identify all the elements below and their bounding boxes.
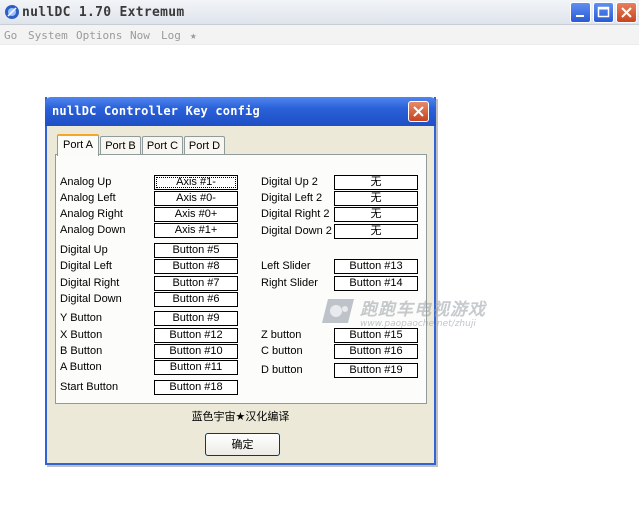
close-icon [621,7,632,18]
menu-star[interactable]: ★ [190,29,197,42]
menu-options[interactable]: Options [76,29,122,42]
gamepad-logo-icon [322,299,354,323]
label-digital-down-2: Digital Down 2 [261,225,332,237]
label-digital-down: Digital Down [60,293,122,305]
key-button-y[interactable]: Button #9 [154,311,238,326]
label-digital-up: Digital Up [60,244,108,256]
key-button-digital-left-2[interactable]: 无 [334,191,418,206]
watermark-text: 跑跑车电视游戏 [360,300,486,320]
maximize-icon [597,6,610,18]
label-right-slider: Right Slider [261,277,318,289]
label-analog-left: Analog Left [60,192,116,204]
key-button-b[interactable]: Button #10 [154,344,238,359]
key-button-analog-up[interactable]: Axis #1- [154,175,238,190]
label-start-button: Start Button [60,381,119,393]
maximize-button[interactable] [593,2,614,23]
label-d-button: D button [261,364,303,376]
label-digital-right: Digital Right [60,277,120,289]
label-a-button: A Button [60,361,102,373]
key-button-d[interactable]: Button #19 [334,363,418,378]
tab-port-b[interactable]: Port B [100,136,141,156]
key-button-c[interactable]: Button #16 [334,344,418,359]
label-analog-right: Analog Right [60,208,123,220]
label-digital-left: Digital Left [60,260,112,272]
label-c-button: C button [261,345,303,357]
menu-log[interactable]: Log [161,29,181,42]
label-analog-down: Analog Down [60,224,126,236]
close-icon [413,106,424,117]
label-x-button: X Button [60,329,103,341]
tab-port-a[interactable]: Port A [57,134,99,156]
menu-bar: Go System Options Now Log ★ [0,25,639,45]
minimize-button[interactable] [570,2,591,23]
menu-now[interactable]: Now [130,29,150,42]
dialog-titlebar: nullDC Controller Key config [45,97,436,126]
tab-port-d[interactable]: Port D [184,136,225,156]
label-z-button: Z button [261,329,302,341]
key-button-digital-left[interactable]: Button #8 [154,259,238,274]
key-button-start[interactable]: Button #18 [154,380,238,395]
key-button-digital-down-2[interactable]: 无 [334,224,418,239]
app-title: nullDC 1.70 Extremum [22,5,185,20]
menu-system[interactable]: System [28,29,68,42]
label-digital-left-2: Digital Left 2 [261,192,323,204]
key-button-analog-down[interactable]: Axis #1+ [154,223,238,238]
key-button-analog-left[interactable]: Axis #0- [154,191,238,206]
nulldc-app-icon [5,5,19,19]
key-button-digital-right[interactable]: Button #7 [154,276,238,291]
label-digital-right-2: Digital Right 2 [261,208,330,220]
key-button-analog-right[interactable]: Axis #0+ [154,207,238,222]
label-left-slider: Left Slider [261,260,311,272]
dialog-title: nullDC Controller Key config [52,104,260,118]
label-digital-up-2: Digital Up 2 [261,176,318,188]
main-titlebar: nullDC 1.70 Extremum [0,0,639,25]
key-button-digital-down[interactable]: Button #6 [154,292,238,307]
key-button-digital-right-2[interactable]: 无 [334,207,418,222]
credits-text: 蓝色宇宙★汉化编译 [191,410,290,423]
label-analog-up: Analog Up [60,176,112,188]
tab-port-c[interactable]: Port C [142,136,183,156]
key-button-a[interactable]: Button #11 [154,360,238,375]
watermark: 跑跑车电视游戏 www.paopaoche.net/zhuji [318,293,538,335]
ok-button[interactable]: 确定 [205,433,280,456]
watermark-url: www.paopaoche.net/zhuji [360,319,476,329]
minimize-icon [576,15,584,17]
close-button[interactable] [616,2,637,23]
key-button-x[interactable]: Button #12 [154,328,238,343]
controller-config-dialog: nullDC Controller Key config Port A Port… [45,97,436,465]
key-button-left-slider[interactable]: Button #13 [334,259,418,274]
menu-go[interactable]: Go [4,29,17,42]
key-button-digital-up-2[interactable]: 无 [334,175,418,190]
dialog-close-button[interactable] [408,101,429,122]
key-button-digital-up[interactable]: Button #5 [154,243,238,258]
key-button-right-slider[interactable]: Button #14 [334,276,418,291]
label-b-button: B Button [60,345,103,357]
label-y-button: Y Button [60,312,102,324]
